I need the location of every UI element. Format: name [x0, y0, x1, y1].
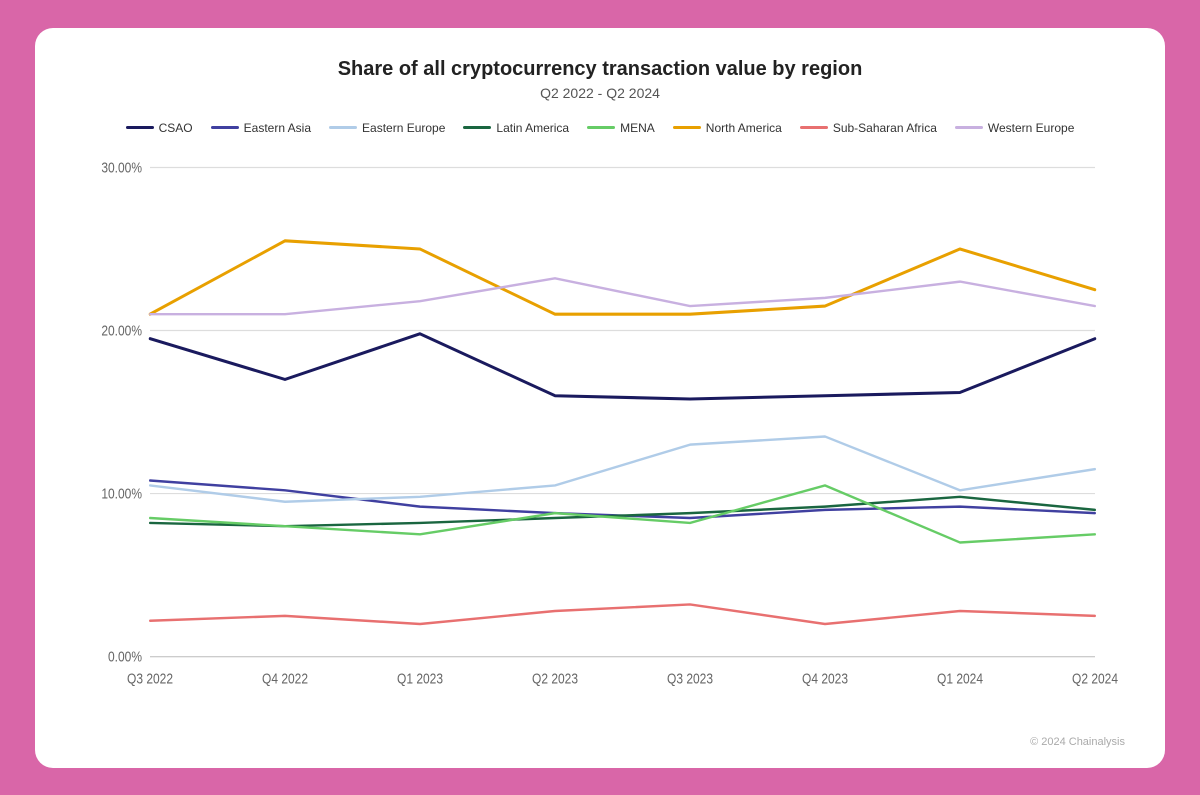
legend-item: Western Europe: [955, 121, 1075, 135]
legend-item: Sub-Saharan Africa: [800, 121, 937, 135]
svg-text:Q3 2022: Q3 2022: [127, 670, 173, 686]
legend-item: Eastern Asia: [211, 121, 311, 135]
svg-text:Q3 2023: Q3 2023: [667, 670, 713, 686]
legend: CSAO Eastern Asia Eastern Europe Latin Amer…: [75, 121, 1125, 135]
chart-card: Share of all cryptocurrency transaction …: [35, 28, 1165, 768]
svg-text:10.00%: 10.00%: [101, 485, 142, 501]
legend-item: CSAO: [126, 121, 193, 135]
svg-text:30.00%: 30.00%: [101, 159, 142, 175]
legend-item: Latin America: [463, 121, 569, 135]
svg-text:Q1 2023: Q1 2023: [397, 670, 443, 686]
line-chart: 0.00% 10.00% 20.00% 30.00% Q3 2022 Q4 2022 Q1 …: [75, 143, 1125, 730]
legend-item: North America: [673, 121, 782, 135]
svg-text:20.00%: 20.00%: [101, 322, 142, 338]
svg-text:Q4 2023: Q4 2023: [802, 670, 848, 686]
chart-area: 0.00% 10.00% 20.00% 30.00% Q3 2022 Q4 2022 Q1 …: [75, 143, 1125, 730]
legend-item: MENA: [587, 121, 655, 135]
title-area: Share of all cryptocurrency transaction …: [75, 58, 1125, 101]
svg-text:Q2 2024: Q2 2024: [1072, 670, 1118, 686]
svg-text:Q4 2022: Q4 2022: [262, 670, 308, 686]
svg-text:0.00%: 0.00%: [108, 648, 142, 664]
chart-subtitle: Q2 2022 - Q2 2024: [75, 85, 1125, 101]
svg-text:Q2 2023: Q2 2023: [532, 670, 578, 686]
copyright: © 2024 Chainalysis: [75, 736, 1125, 748]
legend-item: Eastern Europe: [329, 121, 445, 135]
chart-title: Share of all cryptocurrency transaction …: [75, 58, 1125, 81]
svg-text:Q1 2024: Q1 2024: [937, 670, 983, 686]
